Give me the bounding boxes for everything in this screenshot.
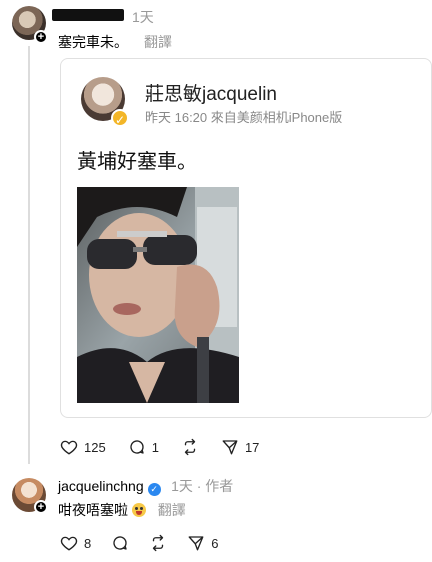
quoted-post-card[interactable]: ✓ 莊思敏jacquelin 昨天 16:20 來自美颜相机iPhone版 黃埔…	[60, 58, 432, 418]
like-button[interactable]: 125	[60, 438, 106, 456]
sweat-smile-emoji-icon	[131, 503, 146, 517]
comment-time: 1天	[132, 9, 154, 25]
reply-header: jacquelinchng ✓ 1天 · 作者	[58, 476, 233, 496]
comment-count: 1	[151, 439, 159, 455]
comment-icon	[113, 536, 127, 550]
translate-link[interactable]: 翻譯	[158, 502, 186, 518]
action-bar: 125 1 17	[60, 438, 259, 456]
repost-icon	[153, 534, 164, 552]
comment-icon	[130, 440, 144, 454]
action-bar: 8 6	[60, 534, 218, 552]
thread-line	[28, 46, 30, 464]
heart-icon	[60, 536, 78, 551]
like-count: 8	[84, 535, 92, 551]
quoted-post-meta: 昨天 16:20 來自美颜相机iPhone版	[145, 110, 343, 125]
send-icon	[188, 536, 204, 551]
comment-button[interactable]	[111, 534, 129, 552]
translate-link[interactable]: 翻譯	[144, 32, 172, 52]
heart-icon	[60, 440, 78, 455]
verified-badge-icon: ✓	[111, 109, 129, 127]
verified-check-icon: ✓	[147, 483, 161, 496]
reply-text: 咁夜唔塞啦	[58, 502, 128, 518]
quoted-post-text: 黃埔好塞車。	[77, 151, 197, 173]
share-button[interactable]: 6	[187, 534, 218, 552]
redacted-username	[52, 9, 124, 21]
reply-time: 1天 · 作者	[171, 478, 234, 494]
send-icon	[222, 440, 238, 455]
comment-button[interactable]: 1	[128, 438, 159, 456]
quoted-author-name: 莊思敏jacquelin	[145, 84, 277, 105]
share-button[interactable]: 17	[221, 438, 259, 456]
follow-plus-icon[interactable]: +	[34, 500, 48, 514]
comment-text: 塞完車未。	[58, 34, 128, 50]
share-count: 17	[244, 439, 260, 455]
selfie-photo[interactable]	[77, 187, 239, 403]
like-button[interactable]: 8	[60, 534, 91, 552]
like-count: 125	[84, 439, 106, 455]
follow-plus-icon[interactable]: +	[34, 30, 48, 44]
repost-icon	[184, 438, 196, 456]
reply-username[interactable]: jacquelinchng	[58, 478, 144, 494]
repost-button[interactable]	[149, 534, 167, 552]
share-count: 6	[211, 535, 219, 551]
repost-button[interactable]	[181, 438, 199, 456]
reply-text-line: 咁夜唔塞啦 翻譯	[58, 500, 186, 520]
